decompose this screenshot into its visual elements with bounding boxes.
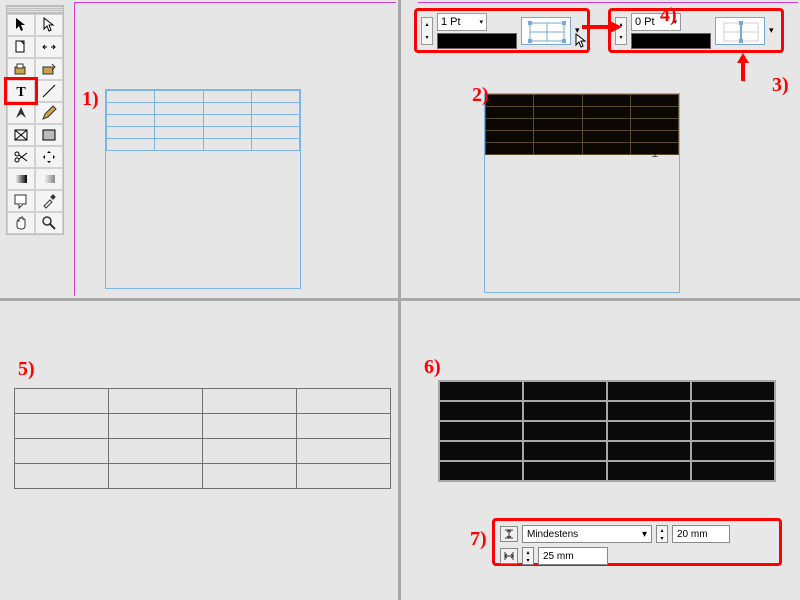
dropdown-icon[interactable]: ▾ <box>769 25 774 36</box>
stroke-color-swatch-right[interactable] <box>631 33 711 49</box>
dropdown-icon[interactable]: ▾ <box>642 529 647 540</box>
row-height-mode-select[interactable]: Mindestens▾ <box>522 525 652 543</box>
canvas-area-1 <box>74 2 396 296</box>
row-height-value-input[interactable]: 20 mm <box>672 525 730 543</box>
type-tool[interactable]: T <box>7 80 35 102</box>
row-height-icon <box>500 526 518 542</box>
scissors-tool[interactable] <box>7 146 35 168</box>
page-tool[interactable] <box>7 36 35 58</box>
svg-text:T: T <box>16 85 26 99</box>
callout-5: 5) <box>18 358 35 381</box>
gap-tool[interactable] <box>35 36 63 58</box>
gradient-feather-tool[interactable] <box>35 168 63 190</box>
content-collector-tool[interactable] <box>7 58 35 80</box>
note-tool[interactable] <box>7 190 35 212</box>
callout-2: 2) <box>472 84 489 107</box>
panel-2: 𝙸 ▴▾ 1 Pt▾ ▾ ▴▾ 0 Pt▾ ▾ 2) 3) 4) <box>400 0 800 298</box>
direct-selection-tool[interactable] <box>35 14 63 36</box>
rectangle-frame-tool[interactable] <box>7 124 35 146</box>
selection-tool[interactable] <box>7 14 35 36</box>
text-cursor-icon: 𝙸 <box>650 144 660 161</box>
col-width-icon <box>500 548 518 564</box>
stroke-weight-field-left[interactable]: 1 Pt▾ <box>437 13 487 31</box>
zoom-tool[interactable] <box>35 212 63 234</box>
gradient-swatch-tool[interactable] <box>7 168 35 190</box>
row-height-spinner[interactable]: ▴▾ <box>656 525 668 543</box>
mouse-cursor-icon <box>575 33 589 52</box>
callout-3: 3) <box>772 74 789 97</box>
callout-6: 6) <box>424 356 441 379</box>
hand-tool[interactable] <box>7 212 35 234</box>
table-blue[interactable] <box>106 90 300 151</box>
col-width-spinner[interactable]: ▴▾ <box>522 547 534 565</box>
pencil-tool[interactable] <box>35 102 63 124</box>
stroke-panel-right: ▴▾ 0 Pt▾ ▾ <box>608 8 784 53</box>
dropdown-icon[interactable]: ▾ <box>479 18 483 26</box>
callout-1: 1) <box>82 88 99 111</box>
col-width-value-input[interactable]: 25 mm <box>538 547 608 565</box>
stroke-weight-spinner-left[interactable]: ▴▾ <box>421 17 433 45</box>
table-dark-result <box>438 380 776 482</box>
text-frame-2[interactable]: 𝙸 <box>484 93 680 293</box>
callout-7: 7) <box>470 528 487 551</box>
toolbox-grip[interactable] <box>7 6 63 14</box>
pen-tool[interactable] <box>7 102 35 124</box>
content-placer-tool[interactable] <box>35 58 63 80</box>
line-tool[interactable] <box>35 80 63 102</box>
panel-1: T <box>0 0 398 298</box>
callout-4: 4) <box>660 4 677 27</box>
spin-down-icon[interactable]: ▾ <box>422 31 432 44</box>
spin-up-icon[interactable]: ▴ <box>422 18 432 31</box>
table-light-result <box>14 388 391 489</box>
toolbox: T <box>6 5 64 235</box>
stroke-panel-left: ▴▾ 1 Pt▾ ▾ <box>414 8 590 53</box>
rectangle-tool[interactable] <box>35 124 63 146</box>
arrow-right-icon <box>582 20 622 34</box>
panel-4: 6) 7) Mindestens▾ ▴▾ 20 mm ▴▾ 25 mm <box>400 300 800 600</box>
eyedropper-tool[interactable] <box>35 190 63 212</box>
stroke-color-swatch-left[interactable] <box>437 33 517 49</box>
border-proxy-right[interactable] <box>715 17 765 45</box>
border-proxy-left[interactable] <box>521 17 571 45</box>
row-height-panel: Mindestens▾ ▴▾ 20 mm ▴▾ 25 mm <box>492 518 782 566</box>
text-frame-1[interactable] <box>105 89 301 289</box>
free-transform-tool[interactable] <box>35 146 63 168</box>
arrow-up-icon <box>736 53 750 81</box>
panel-3: 5) <box>0 300 398 600</box>
